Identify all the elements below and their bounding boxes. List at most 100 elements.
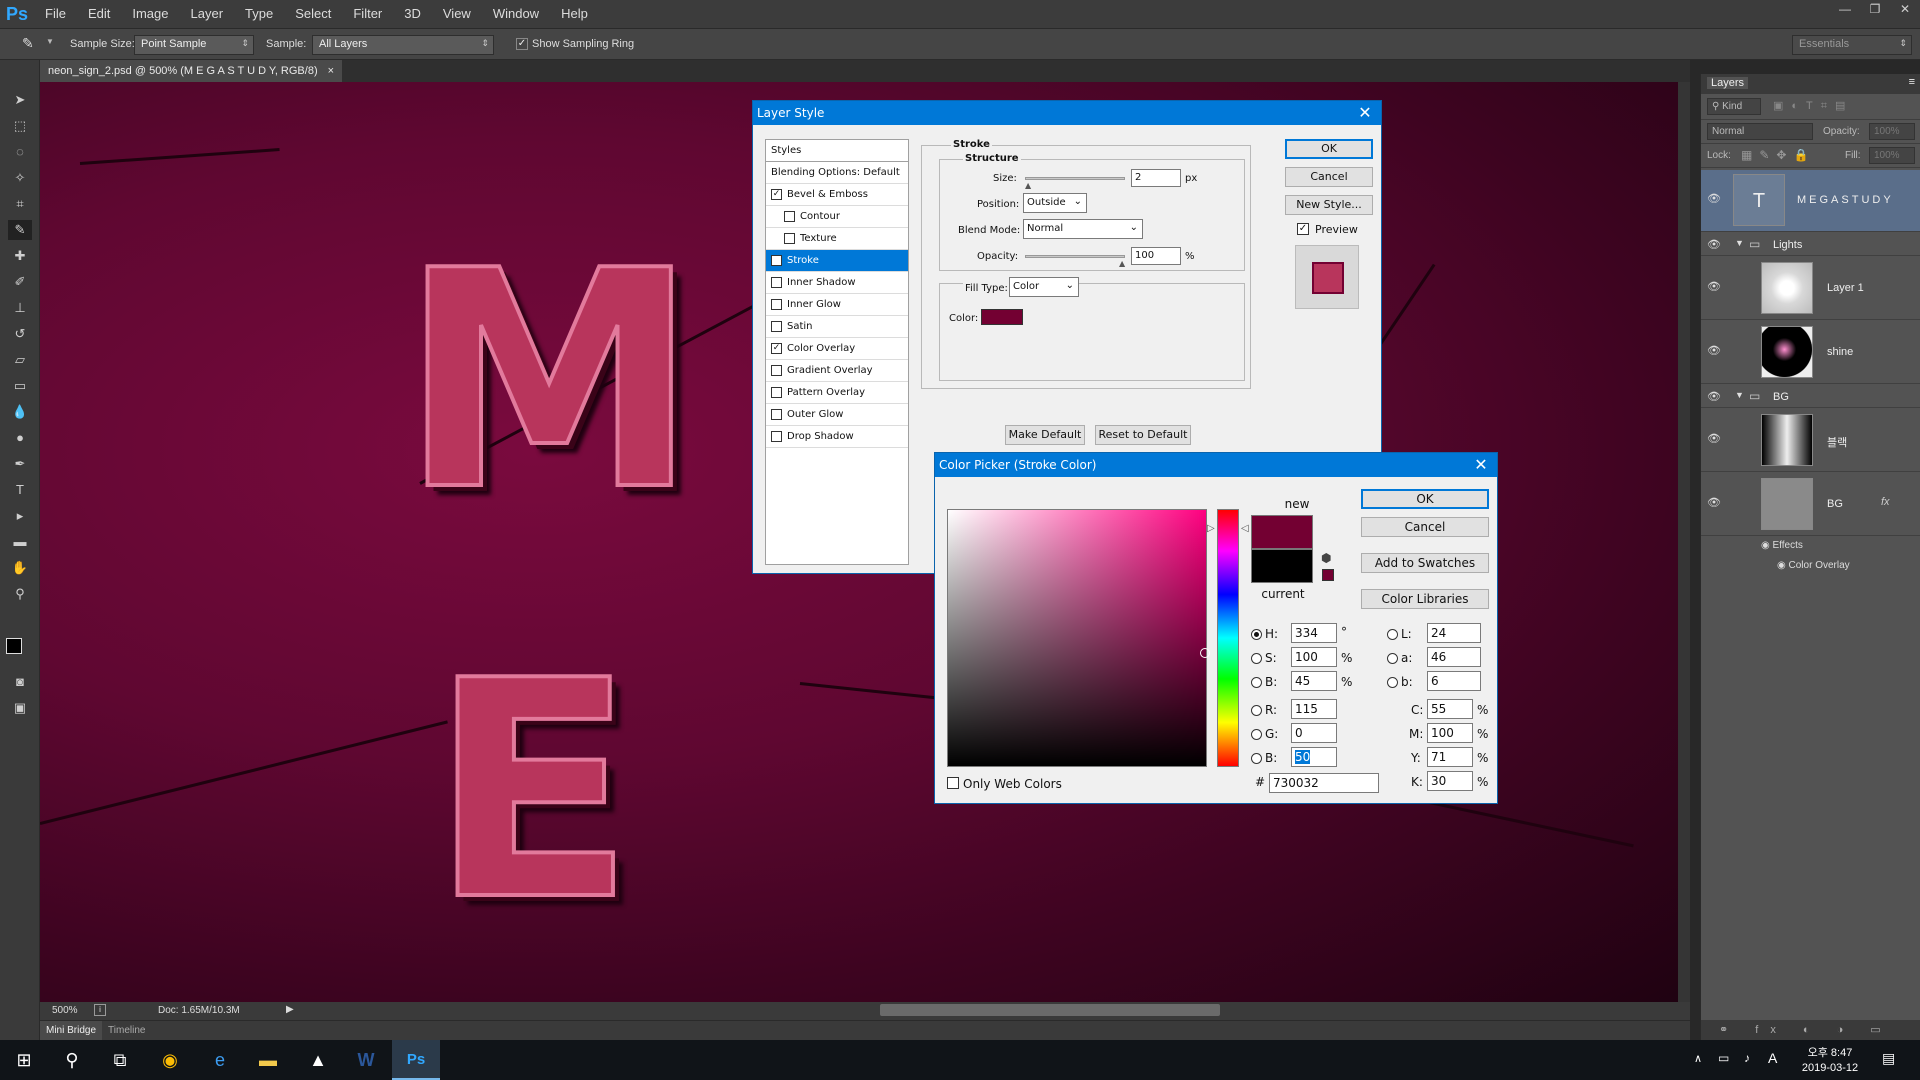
checkbox[interactable]: [784, 233, 795, 244]
minimize-button[interactable]: —: [1830, 0, 1860, 18]
layer-row-layer1[interactable]: 👁 Layer 1: [1701, 258, 1920, 320]
new-style-button[interactable]: New Style...: [1285, 195, 1373, 215]
eyedropper-icon[interactable]: ✎: [22, 35, 34, 52]
blue-radio[interactable]: [1251, 753, 1262, 764]
menu-image[interactable]: Image: [121, 0, 179, 28]
checkbox[interactable]: [771, 387, 782, 398]
c-input[interactable]: 55: [1427, 699, 1473, 719]
checkbox[interactable]: [771, 299, 782, 310]
h-radio[interactable]: [1251, 629, 1262, 640]
checkbox[interactable]: ✓: [771, 343, 782, 354]
status-menu-arrow-icon[interactable]: ▶: [286, 1004, 294, 1015]
sample-select[interactable]: All Layers ⇕: [312, 35, 494, 55]
word-icon[interactable]: W: [342, 1040, 390, 1080]
opacity-field[interactable]: 100%: [1869, 123, 1915, 140]
menu-filter[interactable]: Filter: [342, 0, 393, 28]
expand-arrow-icon[interactable]: ▼: [1735, 390, 1744, 400]
eye-icon[interactable]: 👁: [1707, 280, 1721, 293]
quick-mask-icon[interactable]: ◙: [8, 672, 32, 692]
layer-row-bg-group[interactable]: 👁 ▼ ▭ BG: [1701, 386, 1920, 408]
kind-filter-select[interactable]: ⚲ Kind: [1707, 98, 1761, 115]
hue-slider-left-arrow-icon[interactable]: ▷: [1207, 523, 1215, 534]
close-icon[interactable]: ✕: [1355, 101, 1375, 125]
menu-layer[interactable]: Layer: [180, 0, 235, 28]
tab-mini-bridge[interactable]: Mini Bridge: [40, 1021, 103, 1040]
eraser-tool-icon[interactable]: ▱: [8, 350, 32, 370]
size-slider-track[interactable]: [1025, 177, 1125, 180]
r-input[interactable]: 115: [1291, 699, 1337, 719]
blue-input[interactable]: 50: [1291, 747, 1337, 767]
eye-icon[interactable]: 👁: [1707, 496, 1721, 509]
type-tool-icon[interactable]: T: [8, 480, 32, 500]
l-radio[interactable]: [1387, 629, 1398, 640]
eye-icon[interactable]: 👁: [1707, 344, 1721, 357]
only-web-colors-checkbox[interactable]: [947, 777, 959, 789]
lab-b-radio[interactable]: [1387, 677, 1398, 688]
pen-tool-icon[interactable]: ✒: [8, 454, 32, 474]
opacity-slider-track[interactable]: [1025, 255, 1125, 258]
preview-checkbox[interactable]: ✓: [1297, 223, 1309, 235]
volume-icon[interactable]: ♪: [1744, 1051, 1750, 1065]
photoshop-taskbar-icon[interactable]: Ps: [392, 1040, 440, 1080]
menu-edit[interactable]: Edit: [77, 0, 121, 28]
web-safe-color-swatch[interactable]: [1322, 569, 1334, 581]
opacity-input[interactable]: 100: [1131, 247, 1181, 265]
brush-tool-icon[interactable]: ✐: [8, 272, 32, 292]
g-input[interactable]: 0: [1291, 723, 1337, 743]
r-radio[interactable]: [1251, 705, 1262, 716]
layer-row-shine[interactable]: 👁 shine: [1701, 322, 1920, 384]
crop-tool-icon[interactable]: ⌗: [8, 194, 32, 214]
hue-slider-right-arrow-icon[interactable]: ◁: [1241, 523, 1249, 534]
layer-blend-mode-select[interactable]: Normal: [1707, 123, 1813, 140]
move-tool-icon[interactable]: ➤: [8, 90, 32, 110]
close-icon[interactable]: ×: [328, 60, 334, 82]
style-item-contour[interactable]: Contour: [766, 206, 908, 228]
slider-thumb-icon[interactable]: ▲: [1119, 259, 1125, 268]
checkbox[interactable]: [771, 277, 782, 288]
task-view-icon[interactable]: ⧉: [96, 1040, 144, 1080]
screen-mode-icon[interactable]: ▣: [8, 698, 32, 718]
checkbox[interactable]: [771, 365, 782, 376]
blur-tool-icon[interactable]: 💧: [8, 402, 32, 422]
quick-select-tool-icon[interactable]: ✧: [8, 168, 32, 188]
style-item-gradient-overlay[interactable]: Gradient Overlay: [766, 360, 908, 382]
lasso-tool-icon[interactable]: ◌: [8, 142, 32, 162]
styles-header[interactable]: Styles: [766, 140, 908, 162]
y-input[interactable]: 71: [1427, 747, 1473, 767]
menu-select[interactable]: Select: [284, 0, 342, 28]
workspace-select[interactable]: Essentials ⇕: [1792, 35, 1912, 55]
eye-icon[interactable]: ◉: [1777, 560, 1789, 571]
layer-row-megastudy[interactable]: 👁 T MEGASTUDY: [1701, 170, 1920, 232]
style-item-stroke[interactable]: ✓ Stroke: [766, 250, 908, 272]
cancel-button[interactable]: Cancel: [1285, 167, 1373, 187]
lock-icons[interactable]: ▦✎✥🔒: [1741, 148, 1815, 162]
m-input[interactable]: 100: [1427, 723, 1473, 743]
layers-footer-icons[interactable]: ⚭ fx ◐ ◑ ▭ ▢ 🗑: [1701, 1020, 1920, 1056]
show-sampling-ring-checkbox[interactable]: ✓: [516, 38, 528, 50]
vertical-scrollbar[interactable]: [1678, 82, 1690, 1002]
style-item-inner-glow[interactable]: Inner Glow: [766, 294, 908, 316]
photos-icon[interactable]: ▲: [294, 1040, 342, 1080]
foreground-color-swatch[interactable]: [6, 638, 22, 654]
chevron-down-icon[interactable]: ▼: [46, 37, 54, 46]
h-input[interactable]: 334: [1291, 623, 1337, 643]
checkbox[interactable]: [771, 409, 782, 420]
ime-indicator[interactable]: A: [1768, 1050, 1777, 1066]
blend-mode-select[interactable]: Normal ⌄: [1023, 219, 1143, 239]
stamp-tool-icon[interactable]: ⊥: [8, 298, 32, 318]
filter-icons[interactable]: ▣◐T⌗▤: [1773, 99, 1853, 113]
style-item-color-overlay[interactable]: ✓ Color Overlay: [766, 338, 908, 360]
checkbox[interactable]: ✓: [771, 189, 782, 200]
style-item-pattern-overlay[interactable]: Pattern Overlay: [766, 382, 908, 404]
history-brush-tool-icon[interactable]: ↺: [8, 324, 32, 344]
menu-type[interactable]: Type: [234, 0, 284, 28]
dodge-tool-icon[interactable]: ●: [8, 428, 32, 448]
eye-icon[interactable]: 👁: [1707, 390, 1721, 403]
marquee-tool-icon[interactable]: ⬚: [8, 116, 32, 136]
style-item-drop-shadow[interactable]: Drop Shadow: [766, 426, 908, 448]
edge-icon[interactable]: e: [196, 1040, 244, 1080]
document-info-icon[interactable]: i: [94, 1004, 106, 1016]
menu-view[interactable]: View: [432, 0, 482, 28]
file-explorer-icon[interactable]: ▬: [244, 1040, 292, 1080]
effect-item-row[interactable]: ◉ Color Overlay: [1777, 560, 1850, 571]
